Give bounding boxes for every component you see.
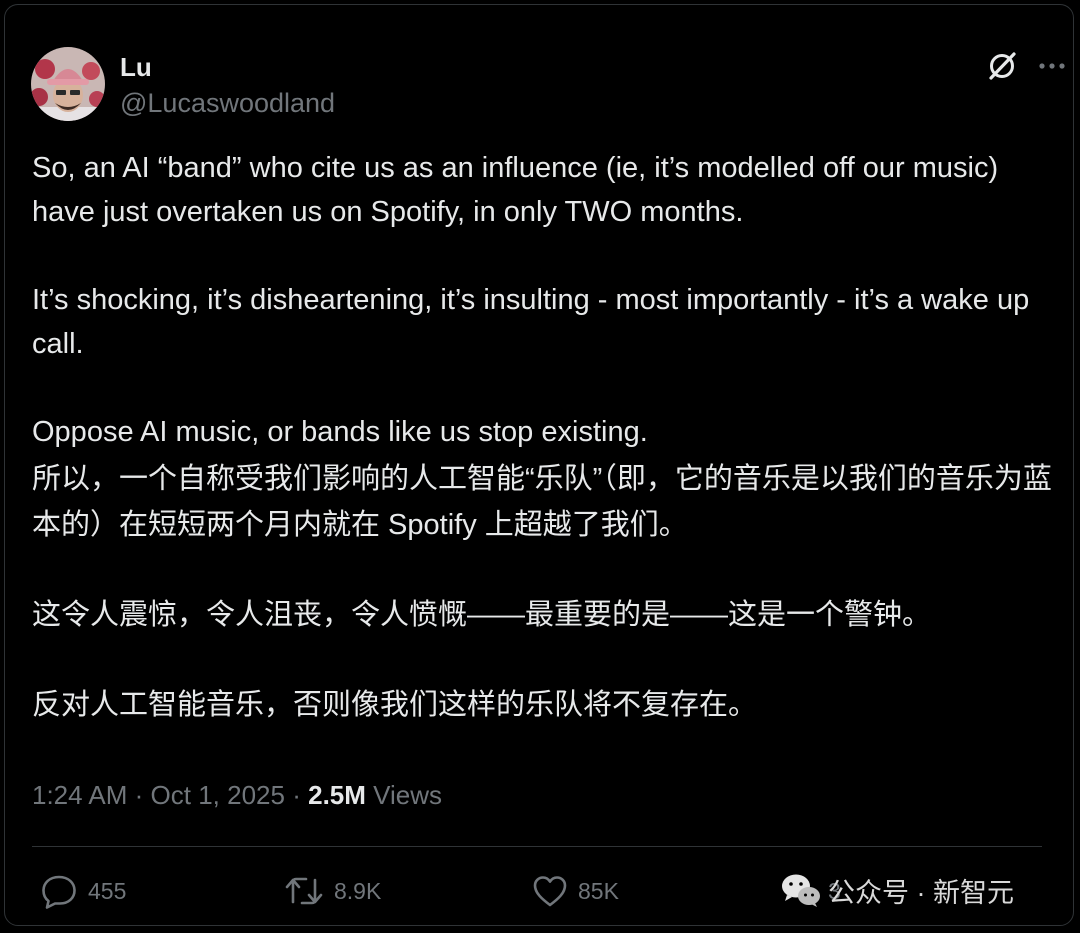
wechat-logo-icon [782, 874, 820, 907]
meta-separator: · [134, 780, 144, 810]
views-label: Views [373, 780, 443, 810]
tweet-time[interactable]: 1:24 AM [32, 780, 127, 810]
tweet-paragraph-zh-2: 这令人震惊，令人沮丧，令人愤慨——最重要的是——这是一个警钟。 [32, 599, 932, 631]
tweet-meta: 1:24 AM · Oct 1, 2025 · 2.5M Views [32, 780, 442, 811]
meta-separator-2: · [292, 780, 301, 810]
tweet-paragraph-en-3: Oppose AI music, or bands like us stop e… [32, 416, 648, 448]
reply-count: 455 [88, 877, 127, 904]
more-icon[interactable] [1037, 52, 1067, 80]
watermark-text: 公众号 · 新智元 [828, 877, 1014, 908]
author-name[interactable]: Lu [120, 52, 152, 83]
retweet-button[interactable]: 8.9K [284, 872, 381, 910]
tweet-paragraph-zh-1: 所以，一个自称受我们影响的人工智能“乐队”（即，它的音乐是以我们的音乐为蓝本的）… [32, 463, 1052, 541]
watermark: 公众号 · 新智元 [780, 868, 1014, 912]
tweet-paragraph-zh-3: 反对人工智能音乐，否则像我们这样的乐队将不复存在。 [32, 689, 758, 721]
tweet-paragraph-en-2: It’s shocking, it’s disheartening, it’s … [32, 284, 1030, 360]
retweet-icon [285, 877, 323, 905]
tweet-text: So, an AI “band” who cite us as an influ… [32, 146, 1062, 728]
tweet-date[interactable]: Oct 1, 2025 [151, 780, 285, 810]
divider [32, 846, 1042, 847]
like-count: 85K [578, 877, 619, 904]
like-icon [533, 876, 567, 907]
like-button[interactable]: 85K [532, 872, 619, 910]
avatar[interactable] [31, 47, 105, 121]
reply-icon [42, 875, 76, 909]
author-handle[interactable]: @Lucaswoodland [120, 88, 335, 119]
reply-button[interactable]: 455 [40, 872, 126, 910]
tweet-paragraph-en-1: So, an AI “band” who cite us as an influ… [32, 152, 999, 228]
retweet-count: 8.9K [334, 877, 382, 904]
grok-icon[interactable] [986, 50, 1018, 82]
views-count: 2.5M [308, 780, 366, 810]
